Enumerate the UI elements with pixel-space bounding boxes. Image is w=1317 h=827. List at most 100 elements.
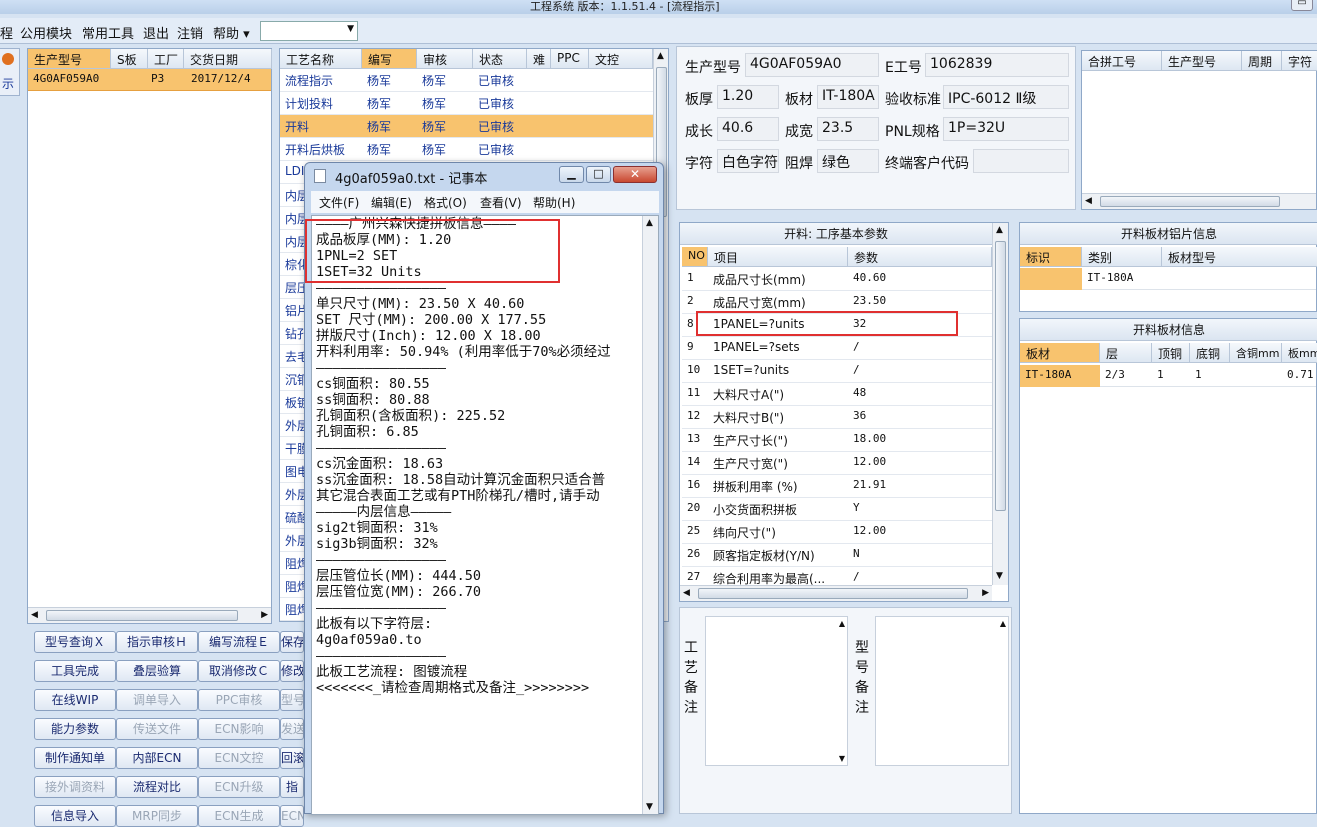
action-button[interactable]: 型号查询Ｘ [34, 631, 116, 653]
table-row[interactable]: IT-180A [1020, 268, 1316, 290]
scroll-left-icon[interactable]: ◀ [1085, 196, 1092, 206]
col-header-merge-model[interactable]: 生产型号 [1162, 51, 1242, 71]
restore-button[interactable]: ▭ [1291, 0, 1313, 11]
scroll-down-icon[interactable]: ▼ [839, 754, 845, 763]
field-standard[interactable]: IPC-6012 Ⅱ级 [943, 85, 1069, 109]
action-button[interactable]: 修改 [280, 660, 304, 682]
field-char[interactable]: 白色字符 [717, 149, 779, 173]
model-remark-textarea[interactable]: ▲ [875, 616, 1009, 766]
table-row[interactable]: 26 顾客指定板材(Y/N) N [682, 544, 992, 567]
field-mask[interactable]: 绿色 [817, 149, 879, 173]
col-header-item[interactable]: 项目 [708, 247, 848, 267]
col-header-mark[interactable]: 标识 [1020, 247, 1082, 267]
col-header-writer[interactable]: 编写 [362, 49, 417, 69]
params-hscroll[interactable]: ◀ ▶ [680, 585, 992, 601]
action-button[interactable]: 接外调资料 [34, 776, 116, 798]
action-button[interactable]: 指示审核Ｈ [116, 631, 198, 653]
col-header-doc[interactable]: 文控 [589, 49, 653, 69]
field-width[interactable]: 23.5 [817, 117, 879, 141]
col-header-status[interactable]: 状态 [473, 49, 527, 69]
menu-item-logout[interactable]: 注销 [177, 23, 203, 42]
action-button[interactable]: 调单导入 [116, 689, 198, 711]
scroll-left-icon[interactable]: ◀ [31, 610, 38, 620]
table-row[interactable]: 25 纬向尺寸(") 12.00 [682, 521, 992, 544]
col-header-bottom-cu[interactable]: 底铜 [1190, 343, 1230, 363]
col-header-cu-thick[interactable]: 含铜mm [1230, 343, 1282, 363]
action-button[interactable]: PPC审核 [198, 689, 280, 711]
col-header-merge-no[interactable]: 合拼工号 [1082, 51, 1162, 71]
col-header-board[interactable]: 板材 [1020, 343, 1100, 363]
col-header-reviewer[interactable]: 审核 [417, 49, 473, 69]
table-row[interactable]: 4G0AF059A0 P3 2017/12/4 [28, 69, 271, 91]
action-button[interactable]: 型号 [280, 689, 304, 711]
action-button[interactable]: 保存 [280, 631, 304, 653]
scroll-thumb[interactable] [995, 241, 1006, 511]
scroll-up-icon[interactable]: ▲ [657, 51, 664, 61]
col-header-top-cu[interactable]: 顶铜 [1152, 343, 1190, 363]
notepad-menu-help[interactable]: 帮助(H) [533, 194, 575, 211]
col-header-process[interactable]: 工艺名称 [280, 49, 362, 69]
table-row[interactable]: 10 1SET=?units / [682, 360, 992, 383]
scroll-up-icon[interactable]: ▲ [646, 218, 653, 228]
field-model[interactable]: 4G0AF059A0 [745, 53, 879, 77]
action-button[interactable]: 在线WIP [34, 689, 116, 711]
scroll-up-icon[interactable]: ▲ [839, 619, 845, 628]
field-thickness[interactable]: 1.20 [717, 85, 779, 109]
notepad-menu-view[interactable]: 查看(V) [480, 194, 522, 211]
action-button[interactable]: 能力参数 [34, 718, 116, 740]
field-pnl[interactable]: 1P=32U [943, 117, 1069, 141]
col-header-model[interactable]: 生产型号 [28, 49, 111, 69]
scroll-thumb[interactable] [1100, 196, 1280, 207]
field-customer[interactable] [973, 149, 1069, 173]
field-length[interactable]: 40.6 [717, 117, 779, 141]
col-header-type[interactable]: 类别 [1082, 247, 1162, 267]
col-header-ppc[interactable]: PPC [551, 49, 589, 69]
table-row[interactable]: 11 大料尺寸A(") 48 [682, 383, 992, 406]
action-button[interactable]: 发送 [280, 718, 304, 740]
minimize-button[interactable]: ▁ [559, 166, 584, 183]
notepad-vscroll[interactable]: ▲ ▼ [642, 216, 658, 814]
action-button[interactable]: 取消修改Ｃ [198, 660, 280, 682]
scroll-thumb[interactable] [698, 588, 968, 599]
notepad-menu-format[interactable]: 格式(O) [424, 194, 467, 211]
table-row[interactable]: 1 成品尺寸长(mm) 40.60 [682, 268, 992, 291]
col-header-board-model[interactable]: 板材型号 [1162, 247, 1317, 267]
action-button[interactable]: 制作通知单 [34, 747, 116, 769]
table-row[interactable]: IT-180A 2/3 1 1 0.71 [1020, 365, 1316, 387]
action-button[interactable]: 指 [280, 776, 304, 798]
action-button[interactable]: ECN [280, 805, 304, 827]
notepad-menu-edit[interactable]: 编辑(E) [371, 194, 412, 211]
col-header-factory[interactable]: 工厂 [148, 49, 184, 69]
col-header-layer[interactable]: 层 [1100, 343, 1152, 363]
scroll-thumb[interactable] [46, 610, 238, 621]
action-button[interactable]: ECN文控 [198, 747, 280, 769]
side-tab[interactable]: 示 [0, 48, 20, 96]
menu-item-public[interactable]: 公用模块 [20, 23, 72, 42]
maximize-button[interactable]: □ [586, 166, 611, 183]
action-button[interactable]: ECN影响 [198, 718, 280, 740]
col-header-value[interactable]: 参数 [848, 247, 992, 267]
action-button[interactable]: 信息导入 [34, 805, 116, 827]
table-row[interactable]: 16 拼板利用率 (%) 21.91 [682, 475, 992, 498]
menu-item-help[interactable]: 帮助 ▾ [213, 23, 250, 42]
table-row[interactable]: 13 生产尺寸长(") 18.00 [682, 429, 992, 452]
menu-item-exit[interactable]: 退出 [143, 23, 169, 42]
notepad-menu-file[interactable]: 文件(F) [319, 194, 359, 211]
menu-combo[interactable]: ▼ [260, 21, 358, 41]
action-button[interactable]: 传送文件 [116, 718, 198, 740]
table-row[interactable]: 20 小交货面积拼板 Y [682, 498, 992, 521]
scroll-down-icon[interactable]: ▼ [996, 571, 1003, 581]
action-button[interactable]: 回滚 [280, 747, 304, 769]
col-header-board-thick[interactable]: 板mm [1282, 343, 1317, 363]
merge-hscroll[interactable]: ◀ [1082, 193, 1316, 209]
action-button[interactable]: 编写流程Ｅ [198, 631, 280, 653]
table-row[interactable]: 开料后烘板 杨军 杨军 已审核 [280, 138, 653, 161]
col-header-merge-char[interactable]: 字符 [1282, 51, 1317, 71]
col-header-sboard[interactable]: S板 [111, 49, 148, 69]
close-button[interactable]: ✕ [613, 166, 657, 183]
action-button[interactable]: 内部ECN [116, 747, 198, 769]
col-header-date[interactable]: 交货日期 [184, 49, 272, 69]
scroll-up-icon[interactable]: ▲ [996, 225, 1003, 235]
order-grid-hscroll[interactable]: ◀ ▶ [28, 607, 271, 623]
col-header-merge-period[interactable]: 周期 [1242, 51, 1282, 71]
